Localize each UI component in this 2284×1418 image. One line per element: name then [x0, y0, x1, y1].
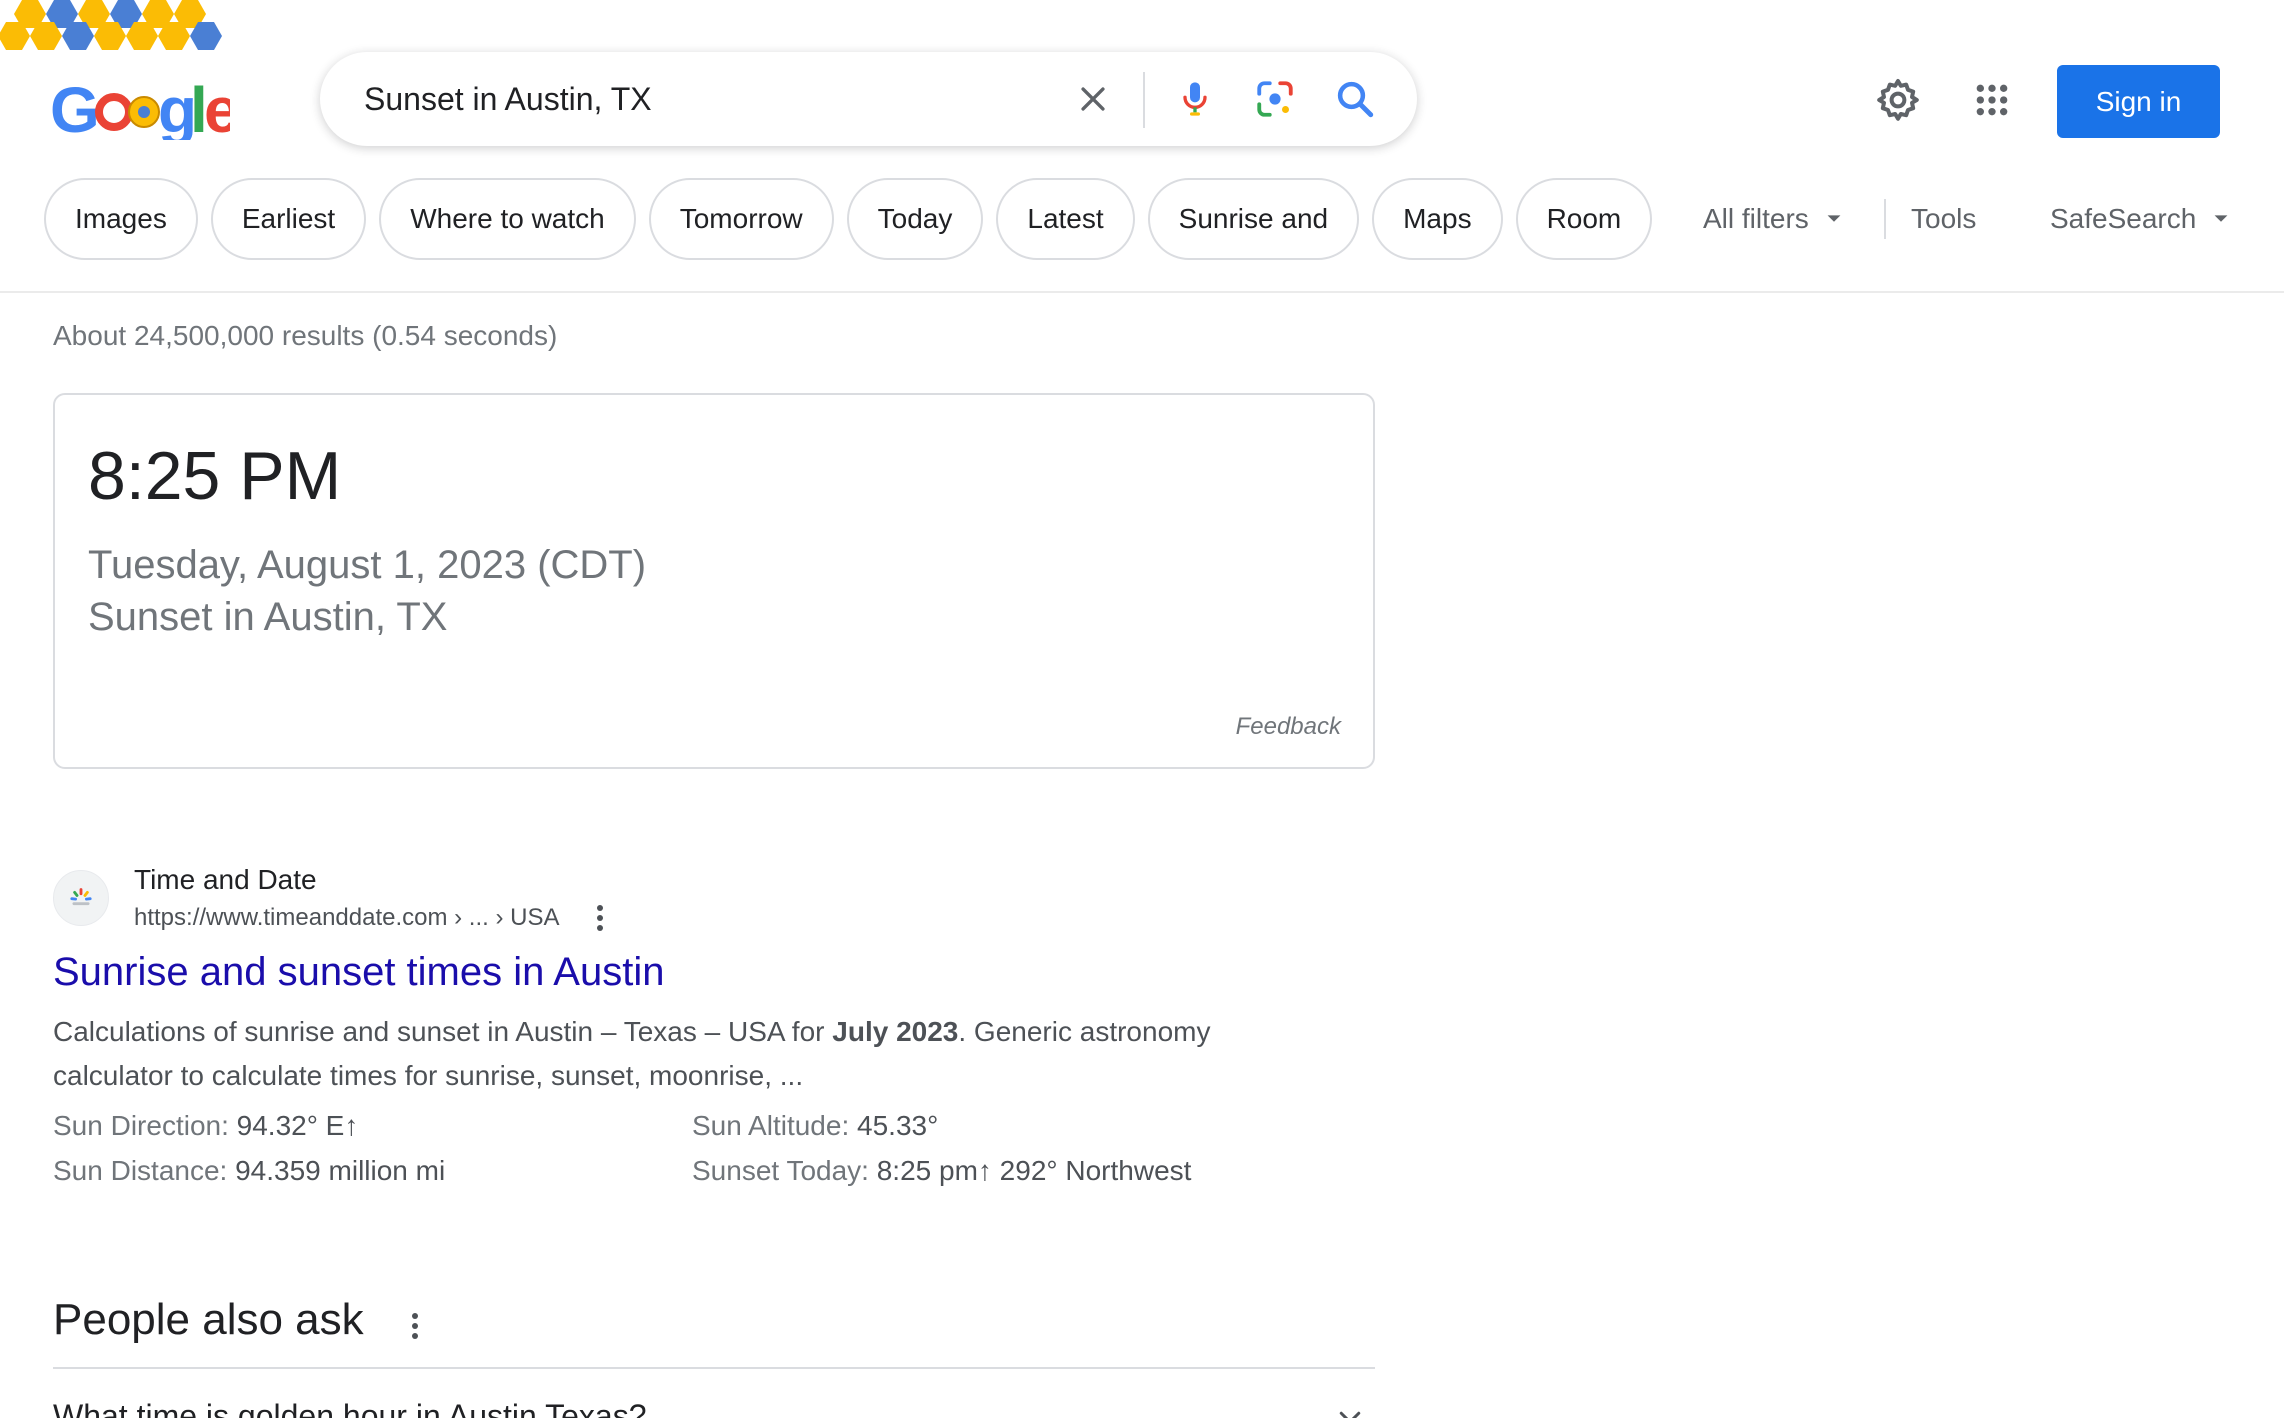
chip-room[interactable]: Room [1515, 178, 1653, 260]
fact-value: 45.33° [857, 1110, 939, 1141]
answer-time: 8:25 PM [88, 438, 342, 514]
search-icon [1337, 81, 1374, 118]
lens-search-button[interactable] [1250, 74, 1300, 124]
result-snippet: Calculations of sunrise and sunset in Au… [53, 1010, 1313, 1098]
result-stats: About 24,500,000 results (0.54 seconds) [53, 320, 558, 351]
fact-label: Sun Direction: [53, 1110, 237, 1141]
header-divider [0, 291, 2284, 293]
tools-button[interactable]: Tools [1911, 178, 1976, 260]
gear-icon [1877, 79, 1919, 121]
honeycomb-pattern [0, 0, 222, 50]
people-also-ask-heading: People also ask [53, 1295, 364, 1344]
fact-label: Sun Distance: [53, 1155, 236, 1186]
chip-earliest[interactable]: Earliest [210, 178, 367, 260]
chip-today[interactable]: Today [846, 178, 984, 260]
google-doodle-logo[interactable]: G g l e [0, 0, 230, 140]
chip-maps[interactable]: Maps [1372, 178, 1503, 260]
fact-value: 94.359 million mi [235, 1155, 446, 1186]
chip-latest[interactable]: Latest [996, 178, 1135, 260]
search-box[interactable] [320, 52, 1417, 146]
filter-chips: Images Earliest Where to watch Tomorrow … [44, 178, 1653, 260]
camera-lens-icon [1257, 81, 1293, 117]
feedback-link[interactable]: Feedback [1236, 713, 1341, 741]
site-name[interactable]: Time and Date [134, 864, 317, 896]
fact-value: 8:25 pm↑ 292° Northwest [876, 1155, 1192, 1186]
chip-where-to-watch[interactable]: Where to watch [379, 178, 636, 260]
answer-date: Tuesday, August 1, 2023 (CDT) [88, 543, 647, 587]
caret-down-icon [1827, 215, 1841, 222]
site-url[interactable]: https://www.timeanddate.com › ... › USA [134, 904, 559, 932]
snippet-text: Calculations of sunrise and sunset in Au… [53, 1016, 833, 1047]
search-submit-button[interactable] [1330, 74, 1380, 124]
people-also-ask-options-button[interactable] [401, 1308, 429, 1344]
result-options-button[interactable] [586, 902, 614, 934]
people-also-ask-question[interactable]: What time is golden hour in Austin Texas… [53, 1398, 1375, 1418]
fact-sun-altitude: Sun Altitude: 45.33° [692, 1110, 938, 1142]
fact-label: Sun Altitude: [692, 1110, 858, 1141]
search-results-page: G g l e Sunset in Austin, TX Sign in Ima… [0, 0, 2284, 1418]
caret-down-icon [2214, 215, 2228, 222]
toolbar-divider [1884, 199, 1886, 239]
svg-text:e: e [204, 74, 230, 140]
settings-button[interactable] [1872, 74, 1924, 126]
fact-sun-distance: Sun Distance: 94.359 million mi [53, 1155, 445, 1187]
microphone-icon [1183, 82, 1207, 116]
svg-text:G: G [50, 74, 100, 140]
snippet-emphasis: July 2023 [832, 1016, 959, 1047]
sunset-answer-card: 8:25 PM Tuesday, August 1, 2023 (CDT) Su… [53, 393, 1375, 769]
people-also-ask-divider [53, 1367, 1375, 1369]
result-title-link[interactable]: Sunrise and sunset times in Austin [53, 950, 664, 995]
more-vert-icon [412, 1313, 418, 1339]
fact-sunset-today: Sunset Today: 8:25 pm↑ 292° Northwest [692, 1155, 1191, 1187]
fact-label: Sunset Today: [692, 1155, 877, 1186]
logo-letters: G g l e [50, 74, 230, 140]
more-vert-icon [597, 905, 603, 931]
chevron-down-icon [1339, 1411, 1361, 1418]
question-text: What time is golden hour in Austin Texas… [53, 1398, 647, 1418]
fact-value: 94.32° E↑ [236, 1110, 359, 1141]
all-filters-label: All filters [1703, 203, 1809, 234]
fact-sun-direction: Sun Direction: 94.32° E↑ [53, 1110, 358, 1142]
search-input[interactable] [364, 52, 1044, 146]
apps-grid-icon [1976, 84, 2008, 116]
google-apps-button[interactable] [1966, 74, 2018, 126]
chip-images[interactable]: Images [44, 178, 198, 260]
safesearch-dropdown[interactable]: SafeSearch [2050, 178, 2232, 260]
chip-sunrise-and[interactable]: Sunrise and [1147, 178, 1360, 260]
safesearch-label: SafeSearch [2050, 203, 2197, 234]
time-and-date-logo-icon [70, 888, 92, 906]
sign-in-button[interactable]: Sign in [2057, 65, 2220, 138]
all-filters-dropdown[interactable]: All filters [1703, 178, 1845, 260]
chip-tomorrow[interactable]: Tomorrow [648, 178, 834, 260]
voice-search-button[interactable] [1170, 74, 1220, 124]
site-favicon[interactable] [53, 870, 109, 926]
close-icon [1081, 87, 1105, 111]
search-divider [1143, 72, 1145, 128]
answer-place: Sunset in Austin, TX [88, 595, 448, 639]
clear-search-button[interactable] [1068, 74, 1118, 124]
tools-label: Tools [1911, 203, 1977, 234]
